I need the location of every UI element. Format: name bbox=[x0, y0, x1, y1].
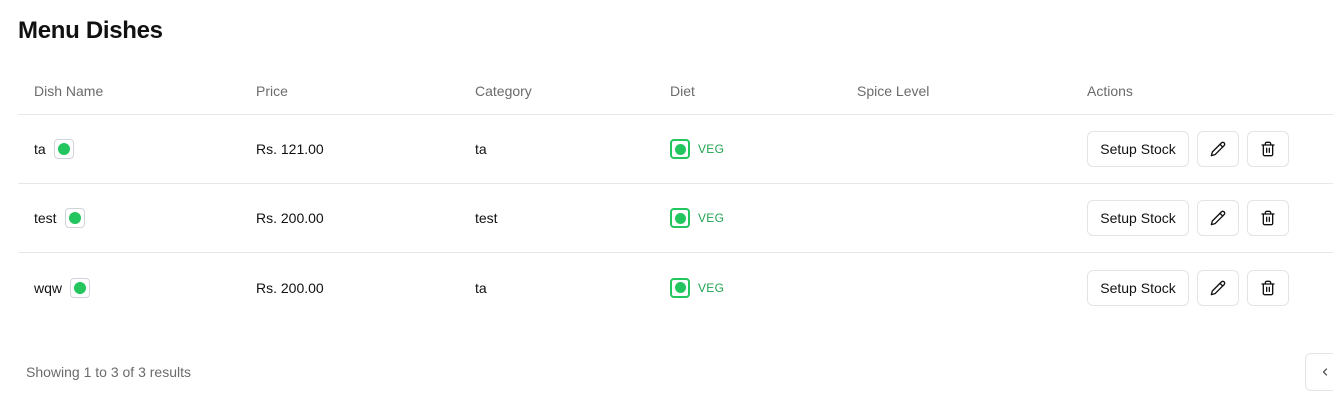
dish-name: test bbox=[34, 210, 57, 226]
table-row: test Rs. 200.00 test VEG Setup Stock bbox=[18, 184, 1333, 253]
pencil-icon bbox=[1210, 280, 1226, 295]
results-summary: Showing 1 to 3 of 3 results bbox=[26, 364, 191, 380]
dish-price: Rs. 200.00 bbox=[256, 210, 324, 226]
edit-button[interactable] bbox=[1197, 269, 1239, 306]
dish-name-cell: test bbox=[34, 184, 85, 252]
header-spice-level: Spice Level bbox=[857, 83, 930, 99]
delete-button[interactable] bbox=[1247, 200, 1289, 236]
table-row: wqw Rs. 200.00 ta VEG Setup Stock bbox=[18, 253, 1333, 322]
status-dot-icon bbox=[68, 212, 81, 224]
diet-label: VEG bbox=[698, 280, 725, 295]
dish-name: ta bbox=[34, 141, 46, 157]
status-dot-icon bbox=[57, 143, 70, 155]
table-header: Dish Name Price Category Diet Spice Leve… bbox=[18, 68, 1333, 115]
actions-cell: Setup Stock bbox=[1087, 253, 1289, 322]
availability-status-indicator[interactable] bbox=[70, 277, 91, 298]
diet-label: VEG bbox=[698, 142, 725, 156]
veg-icon bbox=[670, 139, 690, 159]
header-diet: Diet bbox=[670, 83, 695, 99]
veg-icon bbox=[670, 277, 690, 298]
header-category: Category bbox=[475, 83, 532, 99]
dish-category: test bbox=[475, 210, 498, 226]
trash-icon bbox=[1261, 210, 1275, 226]
availability-status-indicator[interactable] bbox=[53, 139, 74, 159]
dish-price: Rs. 121.00 bbox=[256, 141, 324, 157]
page-title: Menu Dishes bbox=[18, 17, 163, 44]
veg-icon bbox=[670, 208, 690, 228]
dish-name-cell: wqw bbox=[34, 253, 91, 322]
dish-category: ta bbox=[475, 279, 487, 296]
diet-cell: VEG bbox=[670, 115, 724, 183]
availability-status-indicator[interactable] bbox=[64, 208, 85, 228]
chevron-left-icon bbox=[1322, 368, 1328, 376]
diet-cell: VEG bbox=[670, 253, 724, 322]
dish-price: Rs. 200.00 bbox=[256, 279, 324, 296]
pencil-icon bbox=[1210, 210, 1226, 226]
actions-cell: Setup Stock bbox=[1087, 184, 1289, 252]
header-price: Price bbox=[256, 83, 288, 99]
setup-stock-button[interactable]: Setup Stock bbox=[1087, 131, 1189, 167]
dish-name: wqw bbox=[34, 279, 63, 296]
delete-button[interactable] bbox=[1247, 269, 1289, 306]
status-dot-icon bbox=[74, 281, 87, 294]
delete-button[interactable] bbox=[1247, 131, 1289, 167]
setup-stock-button[interactable]: Setup Stock bbox=[1087, 200, 1189, 236]
header-dish-name: Dish Name bbox=[34, 83, 104, 99]
trash-icon bbox=[1261, 141, 1275, 157]
dish-name-cell: ta bbox=[34, 115, 74, 183]
trash-icon bbox=[1261, 280, 1275, 295]
actions-cell: Setup Stock bbox=[1087, 115, 1289, 183]
pencil-icon bbox=[1210, 141, 1226, 157]
edit-button[interactable] bbox=[1197, 131, 1239, 167]
previous-page-button[interactable] bbox=[1305, 353, 1333, 391]
dishes-table: Dish Name Price Category Diet Spice Leve… bbox=[18, 68, 1333, 322]
dish-category: ta bbox=[475, 141, 487, 157]
edit-button[interactable] bbox=[1197, 200, 1239, 236]
diet-label: VEG bbox=[698, 211, 725, 225]
diet-cell: VEG bbox=[670, 184, 724, 252]
table-row: ta Rs. 121.00 ta VEG Setup Stock bbox=[18, 115, 1333, 184]
header-actions: Actions bbox=[1087, 83, 1133, 99]
setup-stock-button[interactable]: Setup Stock bbox=[1087, 269, 1189, 306]
